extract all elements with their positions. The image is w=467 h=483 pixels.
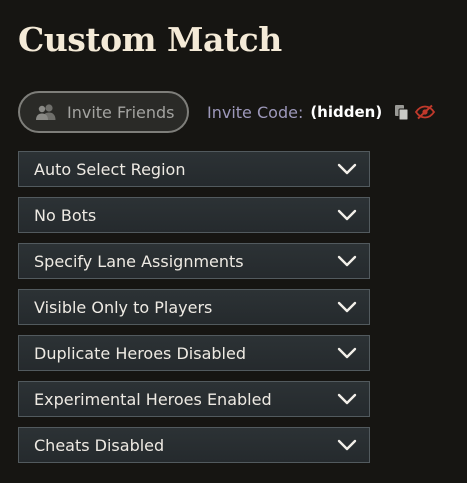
chevron-down-icon	[337, 393, 357, 405]
bots-dropdown[interactable]: No Bots	[18, 197, 370, 233]
dropdown-label: Visible Only to Players	[34, 297, 213, 317]
chevron-down-icon	[337, 301, 357, 313]
experimental-heroes-dropdown[interactable]: Experimental Heroes Enabled	[18, 381, 370, 417]
invite-code-label: Invite Code:	[207, 102, 304, 122]
match-options-list: Auto Select Region No Bots Specify Lane …	[18, 151, 370, 473]
dropdown-label: Experimental Heroes Enabled	[34, 389, 272, 409]
page-title: Custom Match	[18, 20, 282, 59]
eye-hidden-icon[interactable]	[414, 104, 436, 120]
chevron-down-icon	[337, 209, 357, 221]
region-dropdown[interactable]: Auto Select Region	[18, 151, 370, 187]
duplicate-heroes-dropdown[interactable]: Duplicate Heroes Disabled	[18, 335, 370, 371]
dropdown-label: No Bots	[34, 205, 97, 225]
copy-icon[interactable]	[394, 104, 410, 121]
chevron-down-icon	[337, 163, 357, 175]
dropdown-label: Duplicate Heroes Disabled	[34, 343, 246, 363]
invite-code-value: (hidden)	[310, 103, 383, 121]
visibility-dropdown[interactable]: Visible Only to Players	[18, 289, 370, 325]
dropdown-label: Cheats Disabled	[34, 435, 165, 455]
chevron-down-icon	[337, 439, 357, 451]
dropdown-label: Auto Select Region	[34, 159, 186, 179]
dropdown-label: Specify Lane Assignments	[34, 251, 244, 271]
people-icon	[35, 103, 57, 121]
chevron-down-icon	[337, 255, 357, 267]
invite-row: Invite Friends Invite Code: (hidden)	[18, 91, 436, 133]
cheats-dropdown[interactable]: Cheats Disabled	[18, 427, 370, 463]
chevron-down-icon	[337, 347, 357, 359]
invite-friends-button[interactable]: Invite Friends	[18, 91, 189, 133]
invite-friends-label: Invite Friends	[67, 102, 175, 122]
lane-assignments-dropdown[interactable]: Specify Lane Assignments	[18, 243, 370, 279]
